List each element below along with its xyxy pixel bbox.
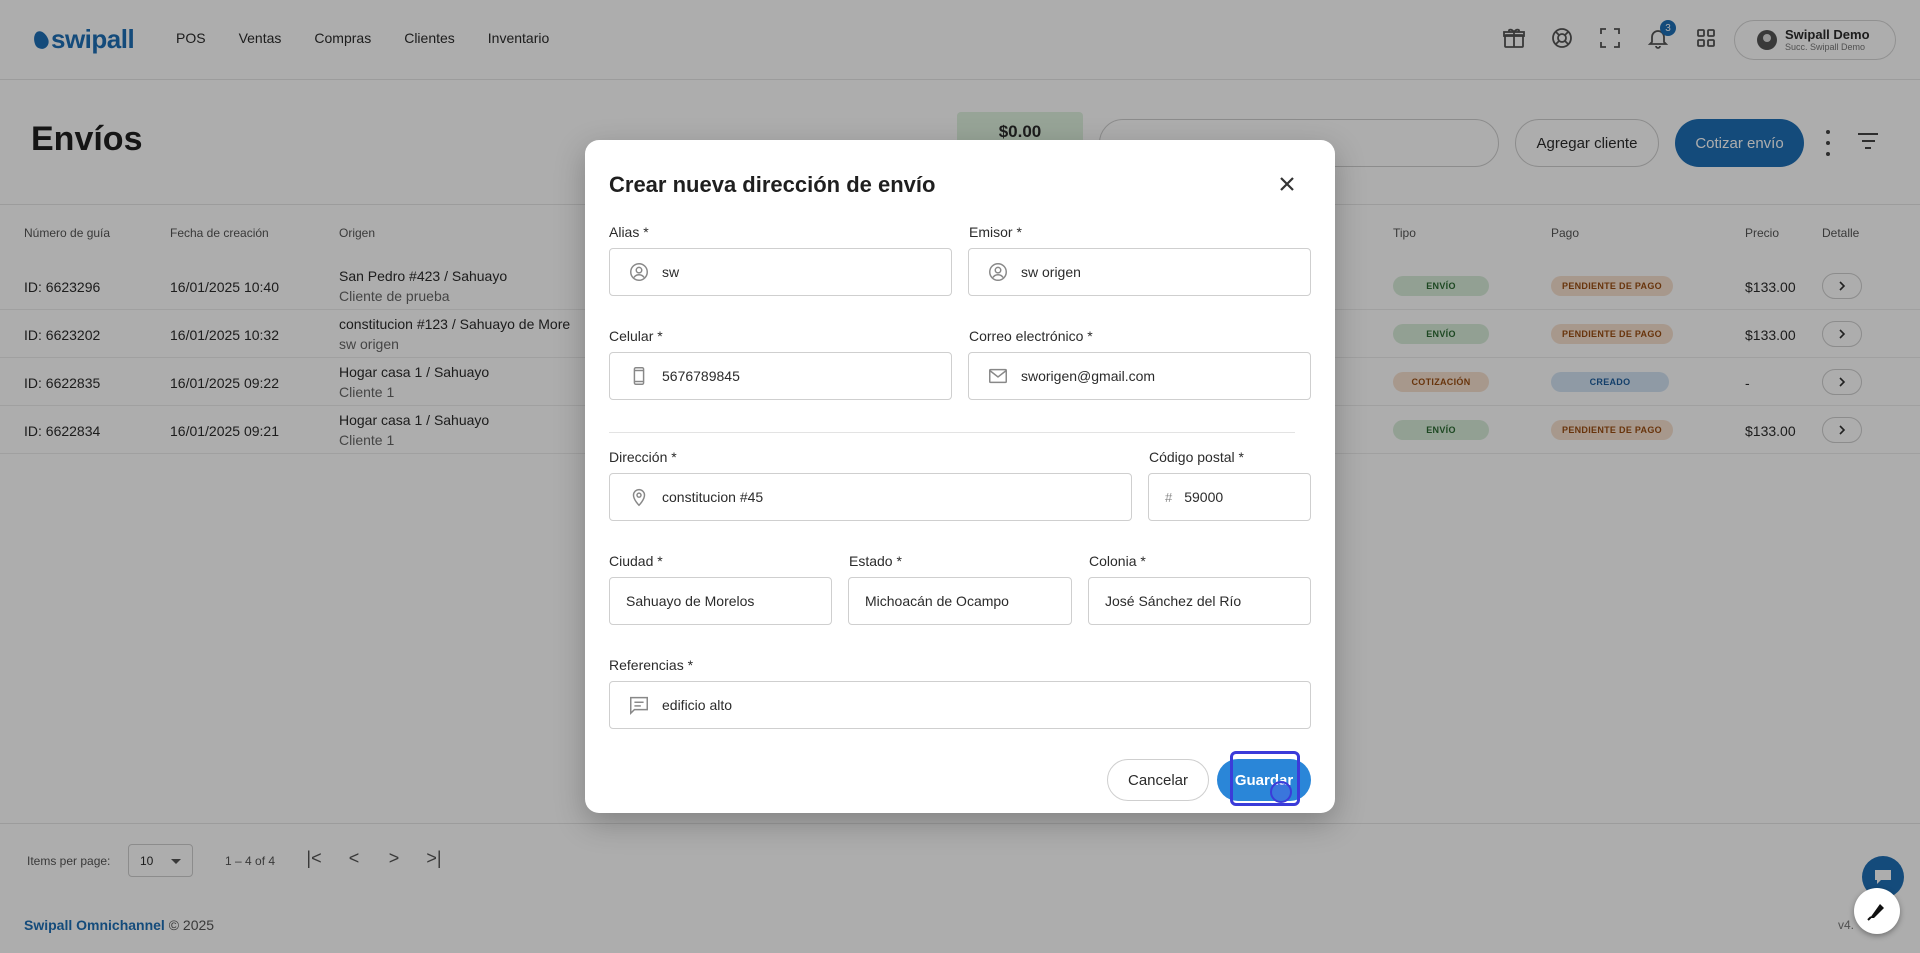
address-value: constitucion #45 [662, 489, 764, 505]
email-field[interactable]: sworigen@gmail.com [968, 352, 1311, 400]
section-divider [609, 432, 1295, 433]
celular-field[interactable]: 5676789845 [609, 352, 952, 400]
alias-value: sw [662, 264, 680, 280]
city-value: Sahuayo de Morelos [626, 593, 755, 609]
correo-label: Correo electrónico * [969, 328, 1093, 344]
location-pin-icon [628, 486, 650, 508]
create-address-dialog: Crear nueva dirección de envío Alias * s… [585, 140, 1335, 813]
estado-label: Estado * [849, 553, 902, 569]
smartphone-icon [628, 365, 650, 387]
ciudad-label: Ciudad * [609, 553, 663, 569]
colonia-label: Colonia * [1089, 553, 1146, 569]
save-button[interactable]: Guardar [1217, 759, 1311, 801]
celular-value: 5676789845 [662, 368, 740, 384]
cancel-button[interactable]: Cancelar [1107, 759, 1209, 801]
city-field[interactable]: Sahuayo de Morelos [609, 577, 832, 625]
referencias-label: Referencias * [609, 657, 694, 673]
postal-code-field[interactable]: # 59000 [1148, 473, 1311, 521]
references-value: edificio alto [662, 697, 733, 713]
state-value: Michoacán de Ocampo [865, 593, 1009, 609]
neighborhood-value: José Sánchez del Río [1105, 593, 1242, 609]
address-field[interactable]: constitucion #45 [609, 473, 1132, 521]
emisor-label: Emisor * [969, 224, 1022, 240]
alias-field[interactable]: sw [609, 248, 952, 296]
references-field[interactable]: edificio alto [609, 681, 1311, 729]
user-circle-icon [628, 261, 650, 283]
emisor-value: sw origen [1021, 264, 1081, 280]
dialog-title: Crear nueva dirección de envío [609, 172, 936, 197]
cp-label: Código postal * [1149, 449, 1244, 465]
user-circle-icon [987, 261, 1009, 283]
direccion-label: Dirección * [609, 449, 677, 465]
support-pen-icon[interactable] [1854, 888, 1900, 934]
comment-icon [628, 694, 650, 716]
hash-icon: # [1165, 489, 1173, 505]
alias-label: Alias * [609, 224, 649, 240]
email-value: sworigen@gmail.com [1021, 368, 1156, 384]
celular-label: Celular * [609, 328, 663, 344]
postal-code-value: 59000 [1184, 489, 1224, 505]
close-icon[interactable] [1275, 172, 1299, 196]
neighborhood-field[interactable]: José Sánchez del Río [1088, 577, 1311, 625]
emisor-field[interactable]: sw origen [968, 248, 1311, 296]
state-field[interactable]: Michoacán de Ocampo [848, 577, 1072, 625]
mail-icon [987, 365, 1009, 387]
